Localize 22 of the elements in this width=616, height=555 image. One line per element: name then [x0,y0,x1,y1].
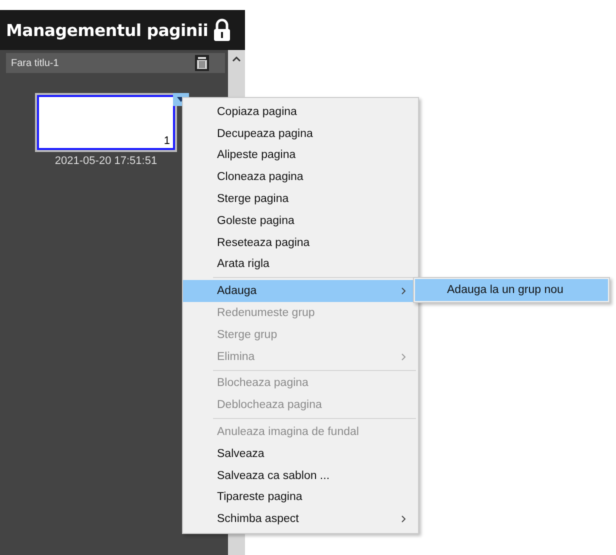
panel-title: Managementul paginii [6,20,208,40]
group-header[interactable]: Fara titlu-1 [6,53,225,73]
menu-item[interactable]: Cloneaza pagina [183,166,418,188]
menu-item[interactable]: Salveaza ca sablon ... [183,464,418,487]
group-name: Fara titlu-1 [11,58,59,68]
menu-item[interactable]: Tipareste pagina [183,486,418,508]
trash-icon[interactable] [195,55,209,71]
padlock-icon[interactable] [212,18,232,42]
page-number: 1 [164,135,170,147]
menu-item[interactable]: Adauga la un grup nou [415,279,608,302]
menu-item[interactable]: Reseteaza pagina [183,232,418,254]
menu-item[interactable]: Sterge pagina [183,188,418,210]
menu-item[interactable]: Schimba aspect [183,508,418,530]
menu-item[interactable]: Arata rigla [183,254,418,276]
menu-item[interactable]: Goleste pagina [183,210,418,232]
menu-item[interactable]: Copiaza pagina [183,101,418,123]
menu-item[interactable]: Decupeaza pagina [183,122,418,145]
menu-item[interactable]: Salveaza [183,442,418,465]
scroll-up-icon[interactable] [232,56,241,62]
menu-item[interactable]: Alipeste pagina [183,144,418,166]
page-timestamp: 2021-05-20 17:51:51 [54,155,158,167]
page-thumbnail[interactable]: 1 [35,93,177,152]
